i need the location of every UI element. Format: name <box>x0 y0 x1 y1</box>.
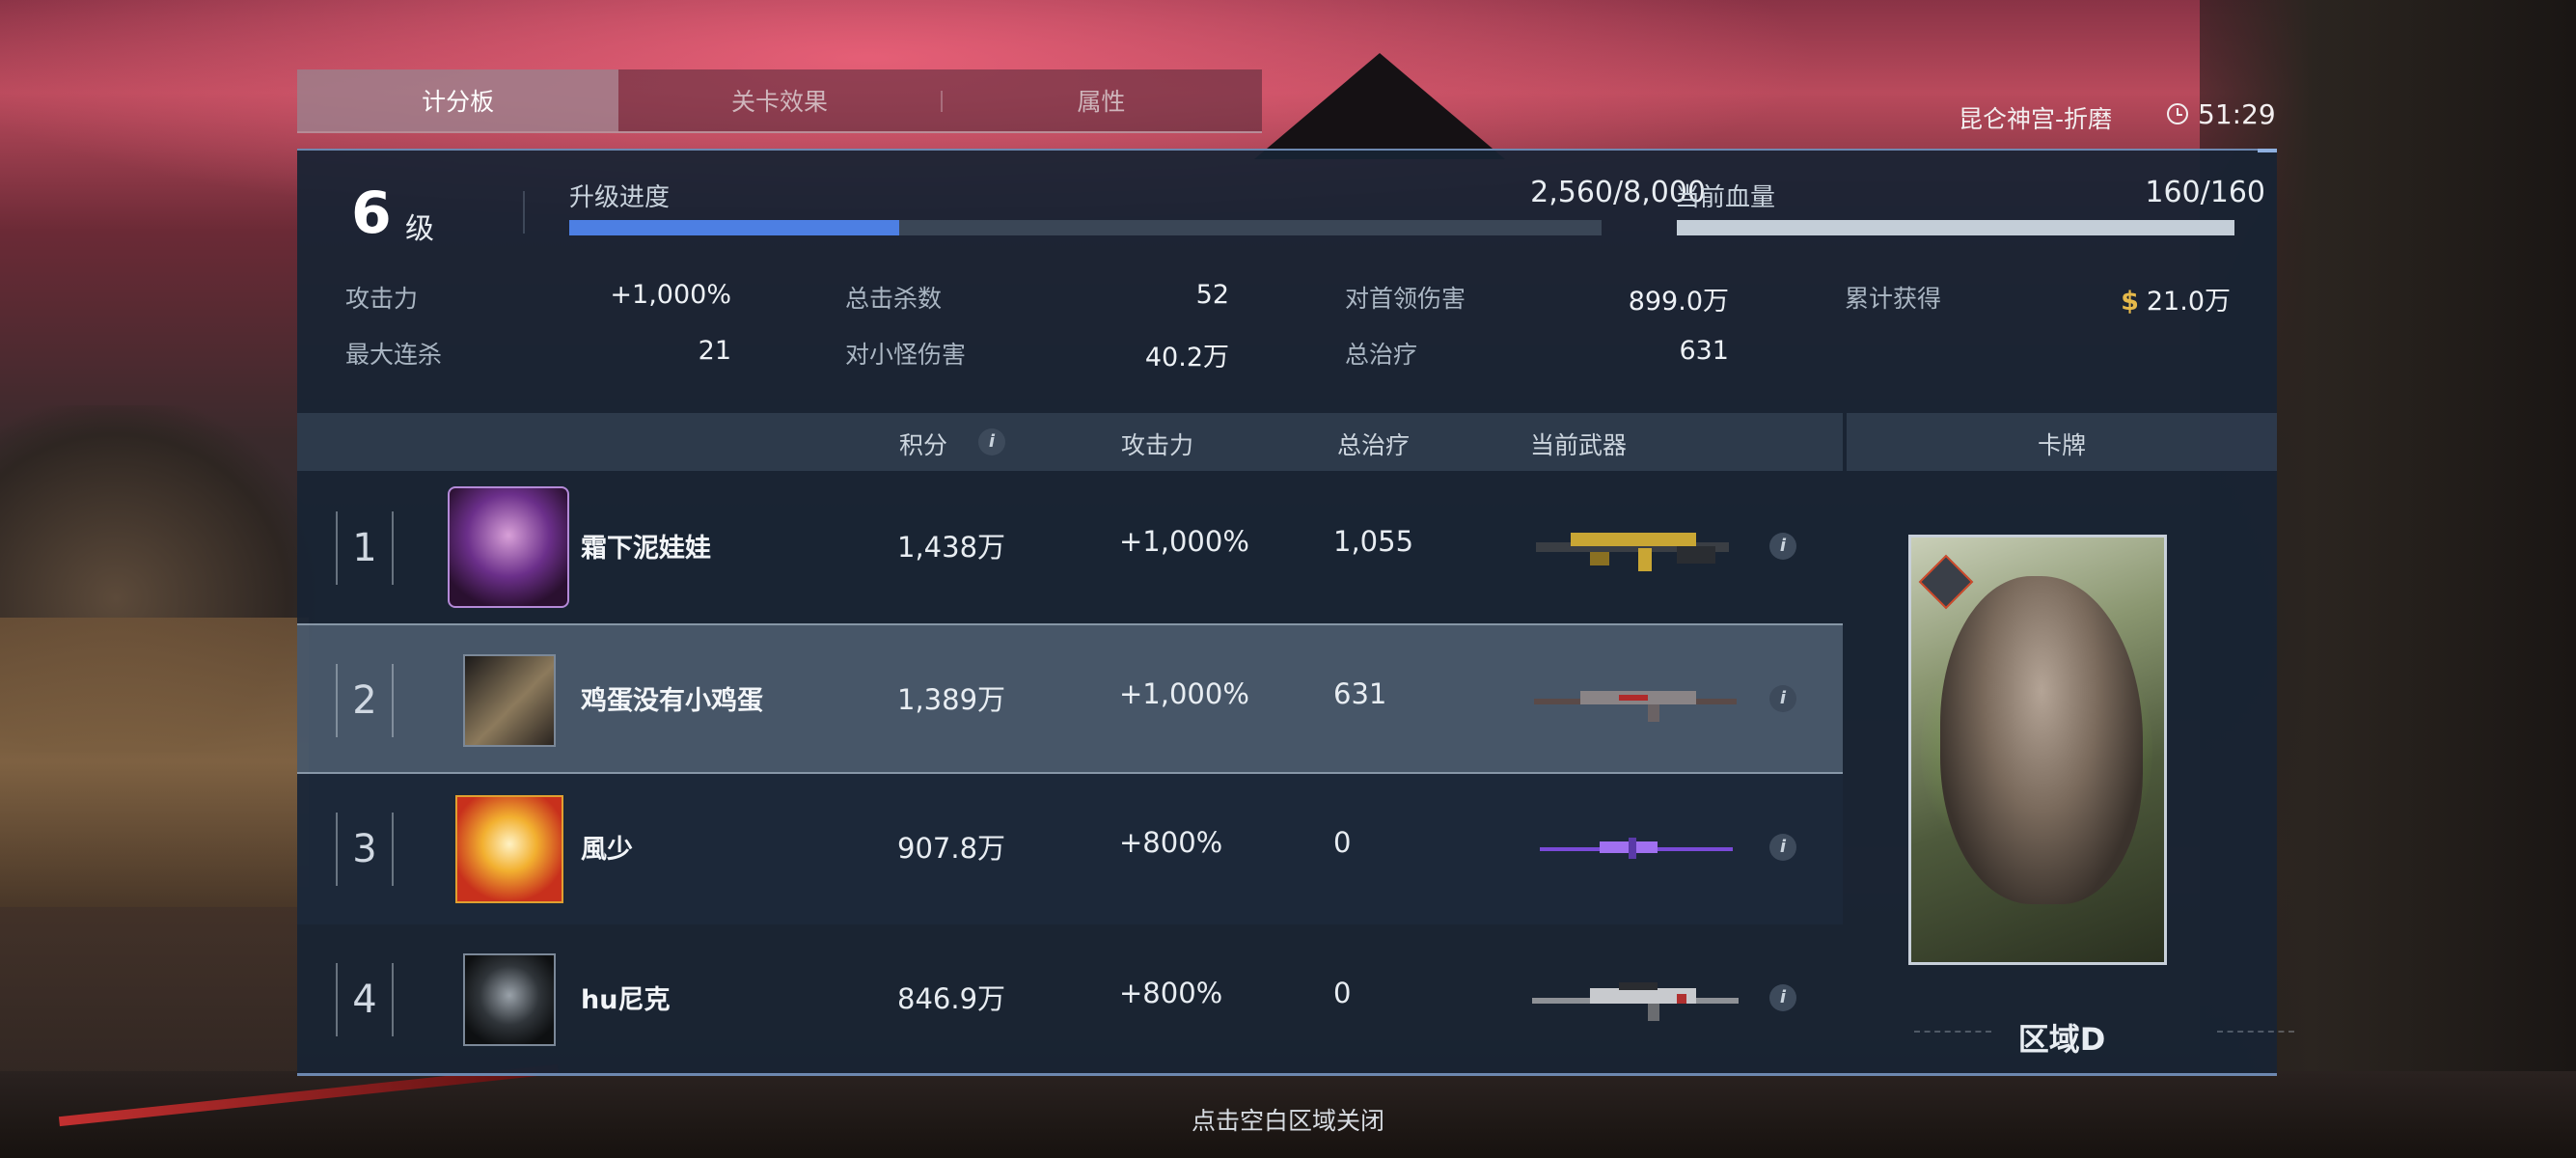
weapon-rifle-red-icon <box>1534 691 1737 722</box>
tab-attributes[interactable]: 属性 <box>940 69 1262 131</box>
stat-attack: 攻击力 +1,000% <box>345 280 731 315</box>
rank: 4 <box>336 963 394 1036</box>
player-score: 1,438万 <box>897 531 1006 564</box>
stat-value: $21.0万 <box>2121 280 2231 317</box>
header-weapon: 当前武器 <box>1530 431 1628 459</box>
table-row[interactable]: 1 霜下泥娃娃 1,438万 +1,000% 1,055 i <box>297 473 1843 623</box>
player-attack: +800% <box>1119 977 1223 1009</box>
divider <box>523 191 525 234</box>
earned-amount: 21.0万 <box>2146 287 2231 317</box>
health-fill <box>1677 220 2234 235</box>
stat-label: 总治疗 <box>1345 341 1418 369</box>
player-name: 鸡蛋没有小鸡蛋 <box>581 686 763 716</box>
rank: 2 <box>336 664 394 737</box>
background-peak <box>1254 53 1505 159</box>
background-sand <box>0 618 309 907</box>
card-emblem-icon <box>1918 554 1974 610</box>
stat-value: 631 <box>1679 336 1729 366</box>
weapon-info-icon[interactable]: i <box>1769 685 1796 712</box>
stat-label: 攻击力 <box>345 285 419 313</box>
stat-max-combo: 最大连杀 21 <box>345 336 731 371</box>
player-score: 1,389万 <box>897 683 1006 716</box>
stat-minion-damage: 对小怪伤害 40.2万 <box>845 336 1229 372</box>
clock-icon <box>2167 103 2188 124</box>
stat-total-kills: 总击杀数 52 <box>845 280 1229 315</box>
player-heal: 631 <box>1333 677 1387 710</box>
scoreboard-panel: 6 级 升级进度 2,560/8,000 当前血量 160/160 攻击力 +1… <box>297 149 2294 1076</box>
header-attack: 攻击力 <box>1121 431 1194 459</box>
weapon-info-icon[interactable]: i <box>1769 984 1796 1011</box>
weapon-rifle-gold-icon <box>1536 533 1729 571</box>
card-beast-art <box>1940 576 2143 904</box>
table-row[interactable]: 4 hu尼克 846.9万 +800% 0 i <box>297 924 1843 1075</box>
rank: 3 <box>336 813 394 886</box>
stat-label: 最大连杀 <box>345 341 443 369</box>
match-timer: 51:29 <box>2198 98 2276 130</box>
player-name: 風少 <box>581 835 633 865</box>
weapon-info-icon[interactable]: i <box>1769 533 1796 560</box>
table-row[interactable]: 3 風少 907.8万 +800% 0 i <box>297 774 1843 924</box>
stat-earned: 累计获得 $21.0万 <box>1845 280 2231 317</box>
header-score-label: 积分 <box>899 431 948 459</box>
tab-stage-effects[interactable]: 关卡效果 <box>618 69 940 131</box>
header-score: 积分 <box>899 427 947 461</box>
close-hint[interactable]: 点击空白区域关闭 <box>0 1102 2576 1137</box>
rank: 1 <box>336 511 394 585</box>
health-value: 160/160 <box>2145 176 2265 209</box>
stat-value: 899.0万 <box>1628 287 1729 317</box>
avatar[interactable] <box>448 486 569 608</box>
stat-value: 40.2万 <box>1144 343 1229 372</box>
stat-value: +1,000% <box>610 280 731 310</box>
player-name: hu尼克 <box>581 985 671 1015</box>
tab-bar: 计分板 关卡效果 属性 <box>297 69 1262 133</box>
upgrade-progress-value: 2,560/8,000 <box>1530 176 1706 209</box>
avatar[interactable] <box>455 795 563 903</box>
avatar[interactable] <box>463 654 556 747</box>
weapon-blade-purple-icon <box>1540 838 1733 859</box>
panel-accent <box>2258 149 2277 152</box>
player-attack: +1,000% <box>1119 677 1249 710</box>
upgrade-progress-bar <box>569 220 1602 235</box>
stat-total-heal: 总治疗 631 <box>1345 336 1729 371</box>
player-name: 霜下泥娃娃 <box>581 534 711 564</box>
player-attack: +800% <box>1119 826 1223 859</box>
card-image[interactable] <box>1908 535 2167 965</box>
currency-icon: $ <box>2121 287 2139 317</box>
upgrade-progress-label: 升级进度 <box>569 183 671 212</box>
score-info-icon[interactable]: i <box>978 428 1005 455</box>
stat-boss-damage: 对首领伤害 899.0万 <box>1345 280 1729 317</box>
stat-value: 21 <box>698 336 731 366</box>
tab-scoreboard[interactable]: 计分板 <box>297 69 619 131</box>
player-score: 907.8万 <box>897 832 1006 865</box>
level-number: 6 <box>351 179 392 247</box>
location-label: 昆仑神宫-折磨 <box>1959 105 2113 133</box>
header-heal: 总治疗 <box>1337 431 1411 459</box>
table-row[interactable]: 2 鸡蛋没有小鸡蛋 1,389万 +1,000% 631 i <box>297 623 1843 774</box>
stat-label: 对首领伤害 <box>1345 285 1466 313</box>
card-zone-label: 区域D <box>2017 1021 2106 1058</box>
upgrade-progress-fill <box>569 220 900 235</box>
level-unit: 级 <box>405 212 434 246</box>
player-heal: 0 <box>1333 977 1352 1009</box>
player-heal: 0 <box>1333 826 1352 859</box>
avatar[interactable] <box>463 953 556 1046</box>
stat-label: 总击杀数 <box>845 285 943 313</box>
card-header: 卡牌 <box>1847 413 2277 471</box>
health-label: 当前血量 <box>1675 183 1776 212</box>
weapon-sniper-icon <box>1532 982 1739 1021</box>
player-attack: +1,000% <box>1119 525 1249 558</box>
player-heal: 1,055 <box>1333 525 1414 558</box>
stat-value: 52 <box>1195 280 1229 310</box>
stat-label: 对小怪伤害 <box>845 341 967 369</box>
stat-label: 累计获得 <box>1845 285 1942 313</box>
table-header: 积分 i 攻击力 总治疗 当前武器 <box>297 413 1843 471</box>
header-card: 卡牌 <box>2037 431 2086 459</box>
weapon-info-icon[interactable]: i <box>1769 834 1796 861</box>
player-score: 846.9万 <box>897 982 1006 1015</box>
health-bar <box>1677 220 2234 235</box>
